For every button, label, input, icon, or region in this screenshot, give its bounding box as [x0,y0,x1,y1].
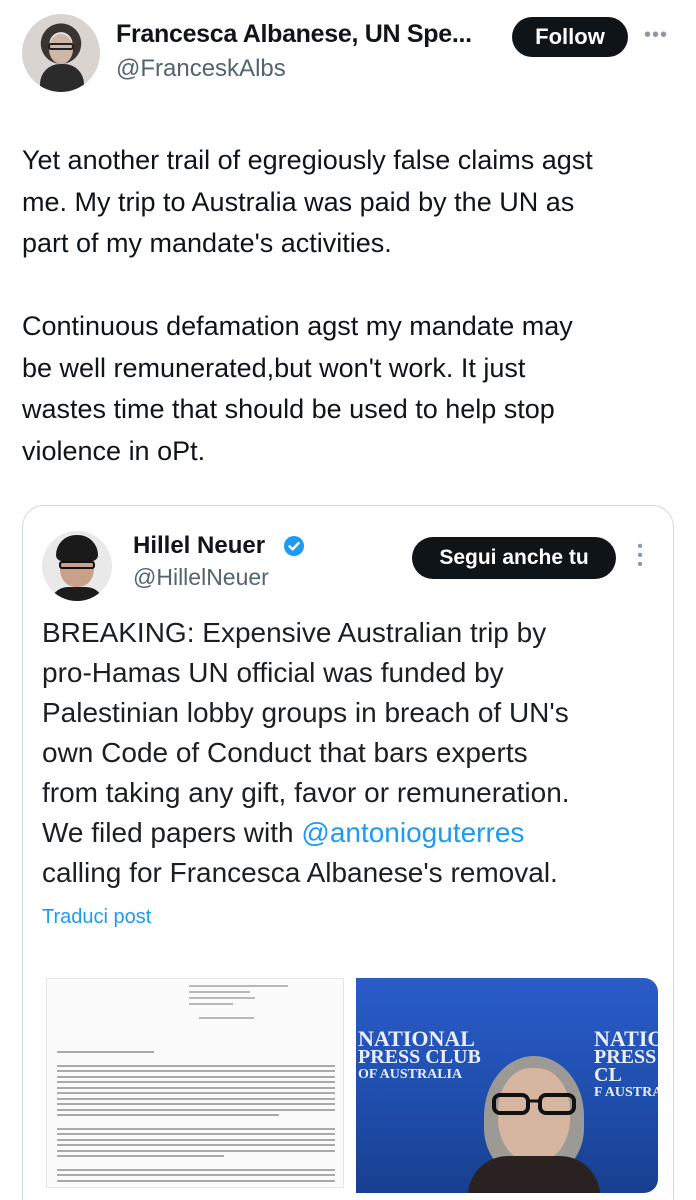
quoted-text-part: BREAKING: Expensive Australian trip by p… [42,617,570,848]
quoted-author-avatar[interactable] [42,531,112,601]
letter-document-image[interactable] [46,978,344,1188]
follow-button[interactable]: Follow [512,17,628,57]
quoted-post[interactable]: Hillel Neuer @HillelNeuer Segui anche tu… [22,505,674,1200]
avatar-glasses [48,43,74,50]
glasses-shape [492,1093,576,1115]
follow-also-button[interactable]: Segui anche tu [412,537,616,579]
more-horizontal-icon[interactable]: ••• [644,24,668,47]
quoted-text-part: calling for Francesca Albanese's removal… [42,857,558,888]
media-grid: NATIONAL PRESS CLUB OF AUSTRALIA NATION … [46,978,658,1193]
sign-line: PRESS CLUB [358,1046,481,1068]
translate-post-link[interactable]: Traduci post [42,906,151,929]
tweet-text: Yet another trail of egregiously false c… [22,145,593,466]
quoted-author-name[interactable]: Hillel Neuer [133,532,265,560]
avatar-suit [50,587,104,601]
sign-line: F AUSTRA [594,1085,658,1100]
sign-line: PRESS CL [594,1046,657,1086]
more-vertical-icon[interactable]: • • • [637,539,643,573]
sign-line: OF AUSTRALIA [358,1067,463,1082]
avatar-body [40,64,84,92]
press-club-sign-cropped: NATION PRESS CL F AUSTRA [594,1028,658,1102]
quoted-author-handle[interactable]: @HillelNeuer [133,564,269,591]
letter-header-lines [189,985,299,1023]
press-club-photo[interactable]: NATIONAL PRESS CLUB OF AUSTRALIA NATION … [356,978,658,1193]
mention-link[interactable]: @antonioguterres [301,817,524,848]
letter-body-lines [57,1051,335,1185]
author-avatar[interactable] [22,14,100,92]
avatar-glasses [59,561,95,569]
author-handle[interactable]: @FranceskAlbs [116,55,286,83]
verified-badge-icon [284,536,304,556]
press-club-sign: NATIONAL PRESS CLUB OF AUSTRALIA [358,1028,481,1084]
person-shirt [468,1156,600,1193]
author-name[interactable]: Francesca Albanese, UN Spe... [116,20,472,49]
quoted-post-text: BREAKING: Expensive Australian trip by p… [42,613,672,893]
avatar-hair [56,535,98,561]
